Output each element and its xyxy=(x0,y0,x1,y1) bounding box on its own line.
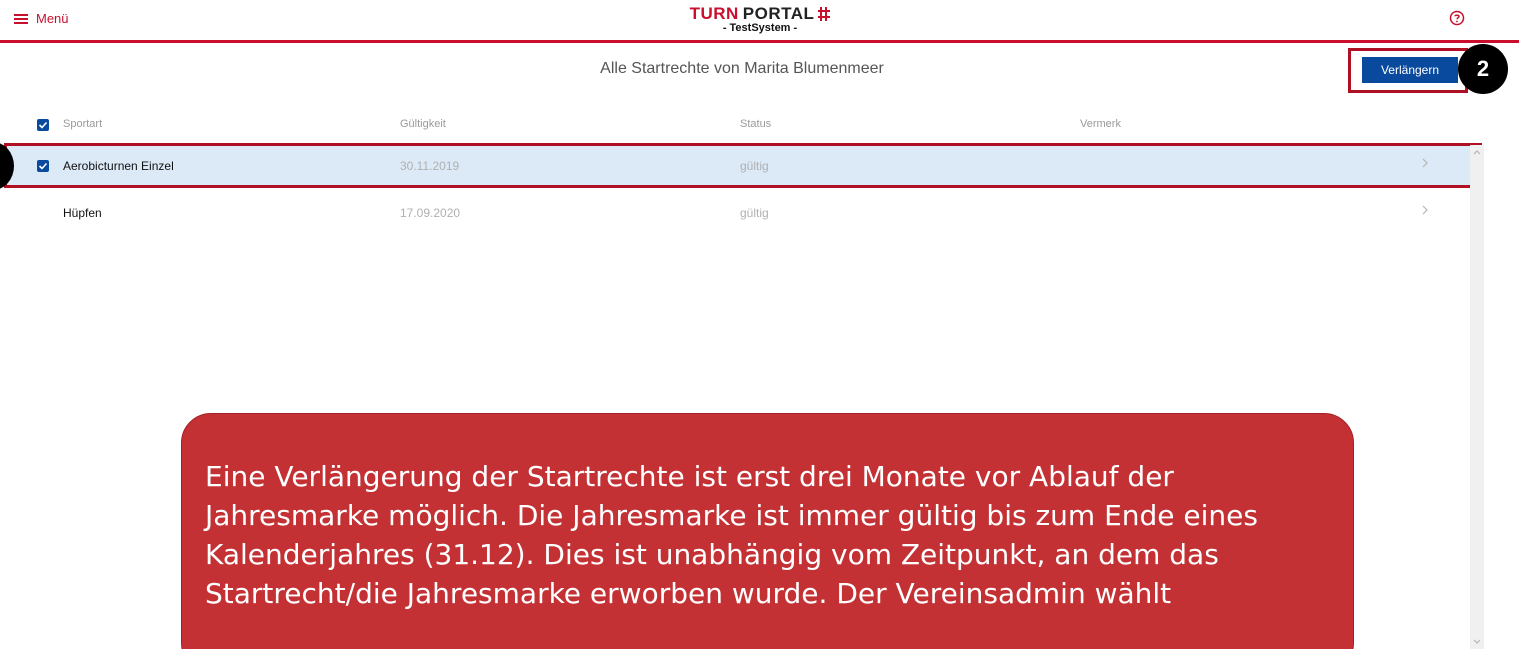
help-icon[interactable] xyxy=(1449,10,1465,26)
scrollbar[interactable] xyxy=(1470,145,1484,649)
select-all-checkbox[interactable] xyxy=(37,119,49,131)
scroll-down-icon[interactable] xyxy=(1472,638,1482,646)
column-header-status[interactable]: Status xyxy=(740,118,771,130)
cell-gueltigkeit: 17.09.2020 xyxy=(400,206,461,220)
scroll-up-icon[interactable] xyxy=(1472,148,1482,156)
logo-portal-text: PORTAL xyxy=(742,4,815,23)
info-overlay: Eine Verlängerung der Startrechte ist er… xyxy=(181,413,1354,649)
page-title: Alle Startrechte von Marita Blumenmeer xyxy=(600,60,884,77)
highlight-box-row xyxy=(4,143,1482,188)
top-bar: Menü TURN PORTAL - TestSystem - xyxy=(0,0,1519,40)
cell-sportart: Hüpfen xyxy=(63,206,102,220)
menu-button[interactable]: Menü xyxy=(14,11,69,26)
app-root: Menü TURN PORTAL - TestSystem - Alle Star… xyxy=(0,0,1519,649)
check-icon xyxy=(38,121,48,129)
info-text: Eine Verlängerung der Startrechte ist er… xyxy=(205,460,1258,610)
column-header-gueltigkeit[interactable]: Gültigkeit xyxy=(400,118,446,130)
table-header: Sportart Gültigkeit Status Vermerk xyxy=(0,112,1470,138)
menu-label: Menü xyxy=(36,11,69,26)
hamburger-icon xyxy=(14,13,28,24)
logo-mark-icon xyxy=(818,7,831,21)
cell-status: gültig xyxy=(740,206,769,220)
header-divider xyxy=(0,40,1519,43)
column-header-sportart[interactable]: Sportart xyxy=(63,118,102,130)
callout-badge-2: 2 xyxy=(1458,44,1508,94)
table-row[interactable]: Hüpfen 17.09.2020 gültig xyxy=(0,192,1470,234)
column-header-vermerk[interactable]: Vermerk xyxy=(1080,118,1121,130)
chevron-right-icon xyxy=(1422,205,1428,215)
extend-button[interactable]: Verlängern xyxy=(1362,57,1458,83)
logo-turn-text: TURN xyxy=(689,4,739,23)
turnportal-logo: TURN PORTAL - TestSystem - xyxy=(660,4,860,34)
